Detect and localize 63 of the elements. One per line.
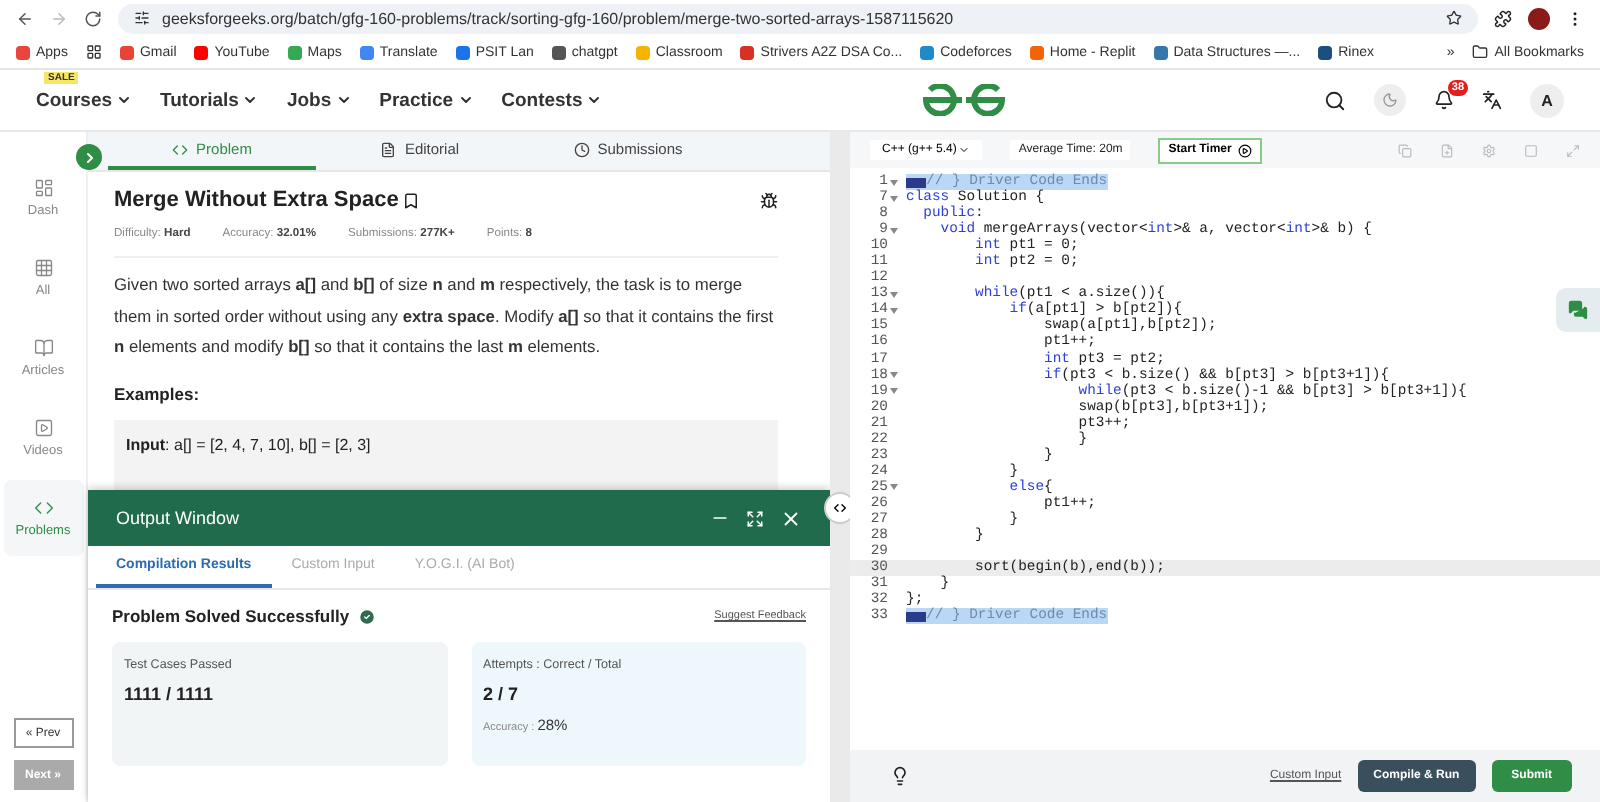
folder-icon — [1472, 44, 1489, 60]
arrows-icon — [832, 500, 848, 516]
nav-menu-label[interactable]: Practice — [379, 89, 454, 111]
fold-caret-icon[interactable] — [890, 307, 898, 314]
expand-icon[interactable] — [746, 509, 764, 527]
problem-description: Given two sorted arrays a[] and b[] of size n and m respectively, the task is to merge them in sorted order without using any extra space. Modify a[] so that it contains the first n elements and modify b[] so that it contains the last m elements. — [114, 272, 776, 360]
translate-icon[interactable] — [1482, 90, 1503, 110]
chevron-icon[interactable] — [586, 92, 603, 108]
card-value: 1111 / 1111 — [124, 684, 216, 704]
bell-icon[interactable] — [1434, 90, 1455, 110]
moon-icon — [1382, 92, 1399, 108]
lightbulb-icon[interactable] — [890, 766, 910, 786]
chevron-icon[interactable] — [242, 92, 259, 108]
status-message: Problem Solved Successfully — [112, 606, 350, 626]
logo-icon[interactable] — [919, 84, 1008, 116]
examples-heading: Examples: — [114, 383, 202, 403]
chevron-icon[interactable] — [335, 92, 352, 108]
chevron-icon — [81, 149, 97, 165]
fold-caret-icon[interactable] — [890, 227, 898, 234]
dashboard-icon — [33, 178, 53, 198]
nav-menu-label[interactable]: Courses — [36, 89, 113, 111]
grid-icon — [33, 258, 53, 278]
problem-title: Merge Without Extra Space — [114, 188, 399, 212]
fold-caret-icon[interactable] — [890, 195, 898, 202]
clock-icon — [573, 141, 590, 157]
book-icon — [33, 338, 53, 358]
fold-caret-icon[interactable] — [890, 179, 898, 186]
output-window-title: Output Window — [116, 508, 242, 528]
caret-icon — [958, 144, 971, 156]
search-icon[interactable] — [1324, 89, 1347, 111]
user-avatar[interactable]: A — [1530, 83, 1565, 117]
theme-toggle[interactable] — [1374, 84, 1407, 116]
code-icon — [172, 141, 189, 157]
close-icon[interactable] — [780, 507, 802, 529]
document-icon — [380, 141, 397, 157]
bookmark-icon[interactable] — [402, 191, 421, 209]
address-bar[interactable]: geeksforgeeks.org/batch/gfg-160-problems/track/sorting-gfg-160/problem/merge-two-sorted-arrays-1587115620 — [118, 3, 1478, 33]
video-icon — [33, 418, 53, 438]
nav-menu-label[interactable]: Contests — [501, 89, 583, 111]
extensions-icon[interactable] — [1494, 9, 1512, 27]
check-icon — [357, 607, 376, 625]
nav-menu-label[interactable]: Tutorials — [160, 89, 239, 111]
fold-caret-icon[interactable] — [890, 484, 898, 491]
site-info-icon[interactable] — [134, 10, 150, 26]
example-text: Input: a[] = [2, 4, 7, 10], b[] = [2, 3] — [126, 435, 371, 453]
card-value: 2 / 7 — [483, 684, 521, 704]
fold-caret-icon[interactable] — [890, 388, 898, 395]
grid-icon[interactable] — [85, 44, 102, 60]
star-icon[interactable] — [1446, 10, 1462, 26]
chat-button[interactable] — [1556, 288, 1600, 332]
back-icon[interactable] — [16, 9, 34, 27]
chevron-icon[interactable] — [116, 92, 133, 108]
nav-menu-label[interactable]: Jobs — [286, 89, 332, 111]
profile-avatar[interactable] — [1528, 7, 1550, 29]
play-icon — [1237, 143, 1252, 157]
reload-icon[interactable] — [84, 9, 102, 27]
fold-caret-icon[interactable] — [890, 372, 898, 379]
bug-icon[interactable] — [760, 191, 778, 209]
code-icon — [33, 498, 53, 518]
fold-caret-icon[interactable] — [890, 291, 898, 298]
url-text: geeksforgeeks.org/batch/gfg-160-problems/track/sorting-gfg-160/problem/merge-two-sorted-arrays-1587115620 — [162, 9, 954, 27]
chevron-icon[interactable] — [457, 92, 474, 108]
chat-icon — [1568, 300, 1588, 320]
